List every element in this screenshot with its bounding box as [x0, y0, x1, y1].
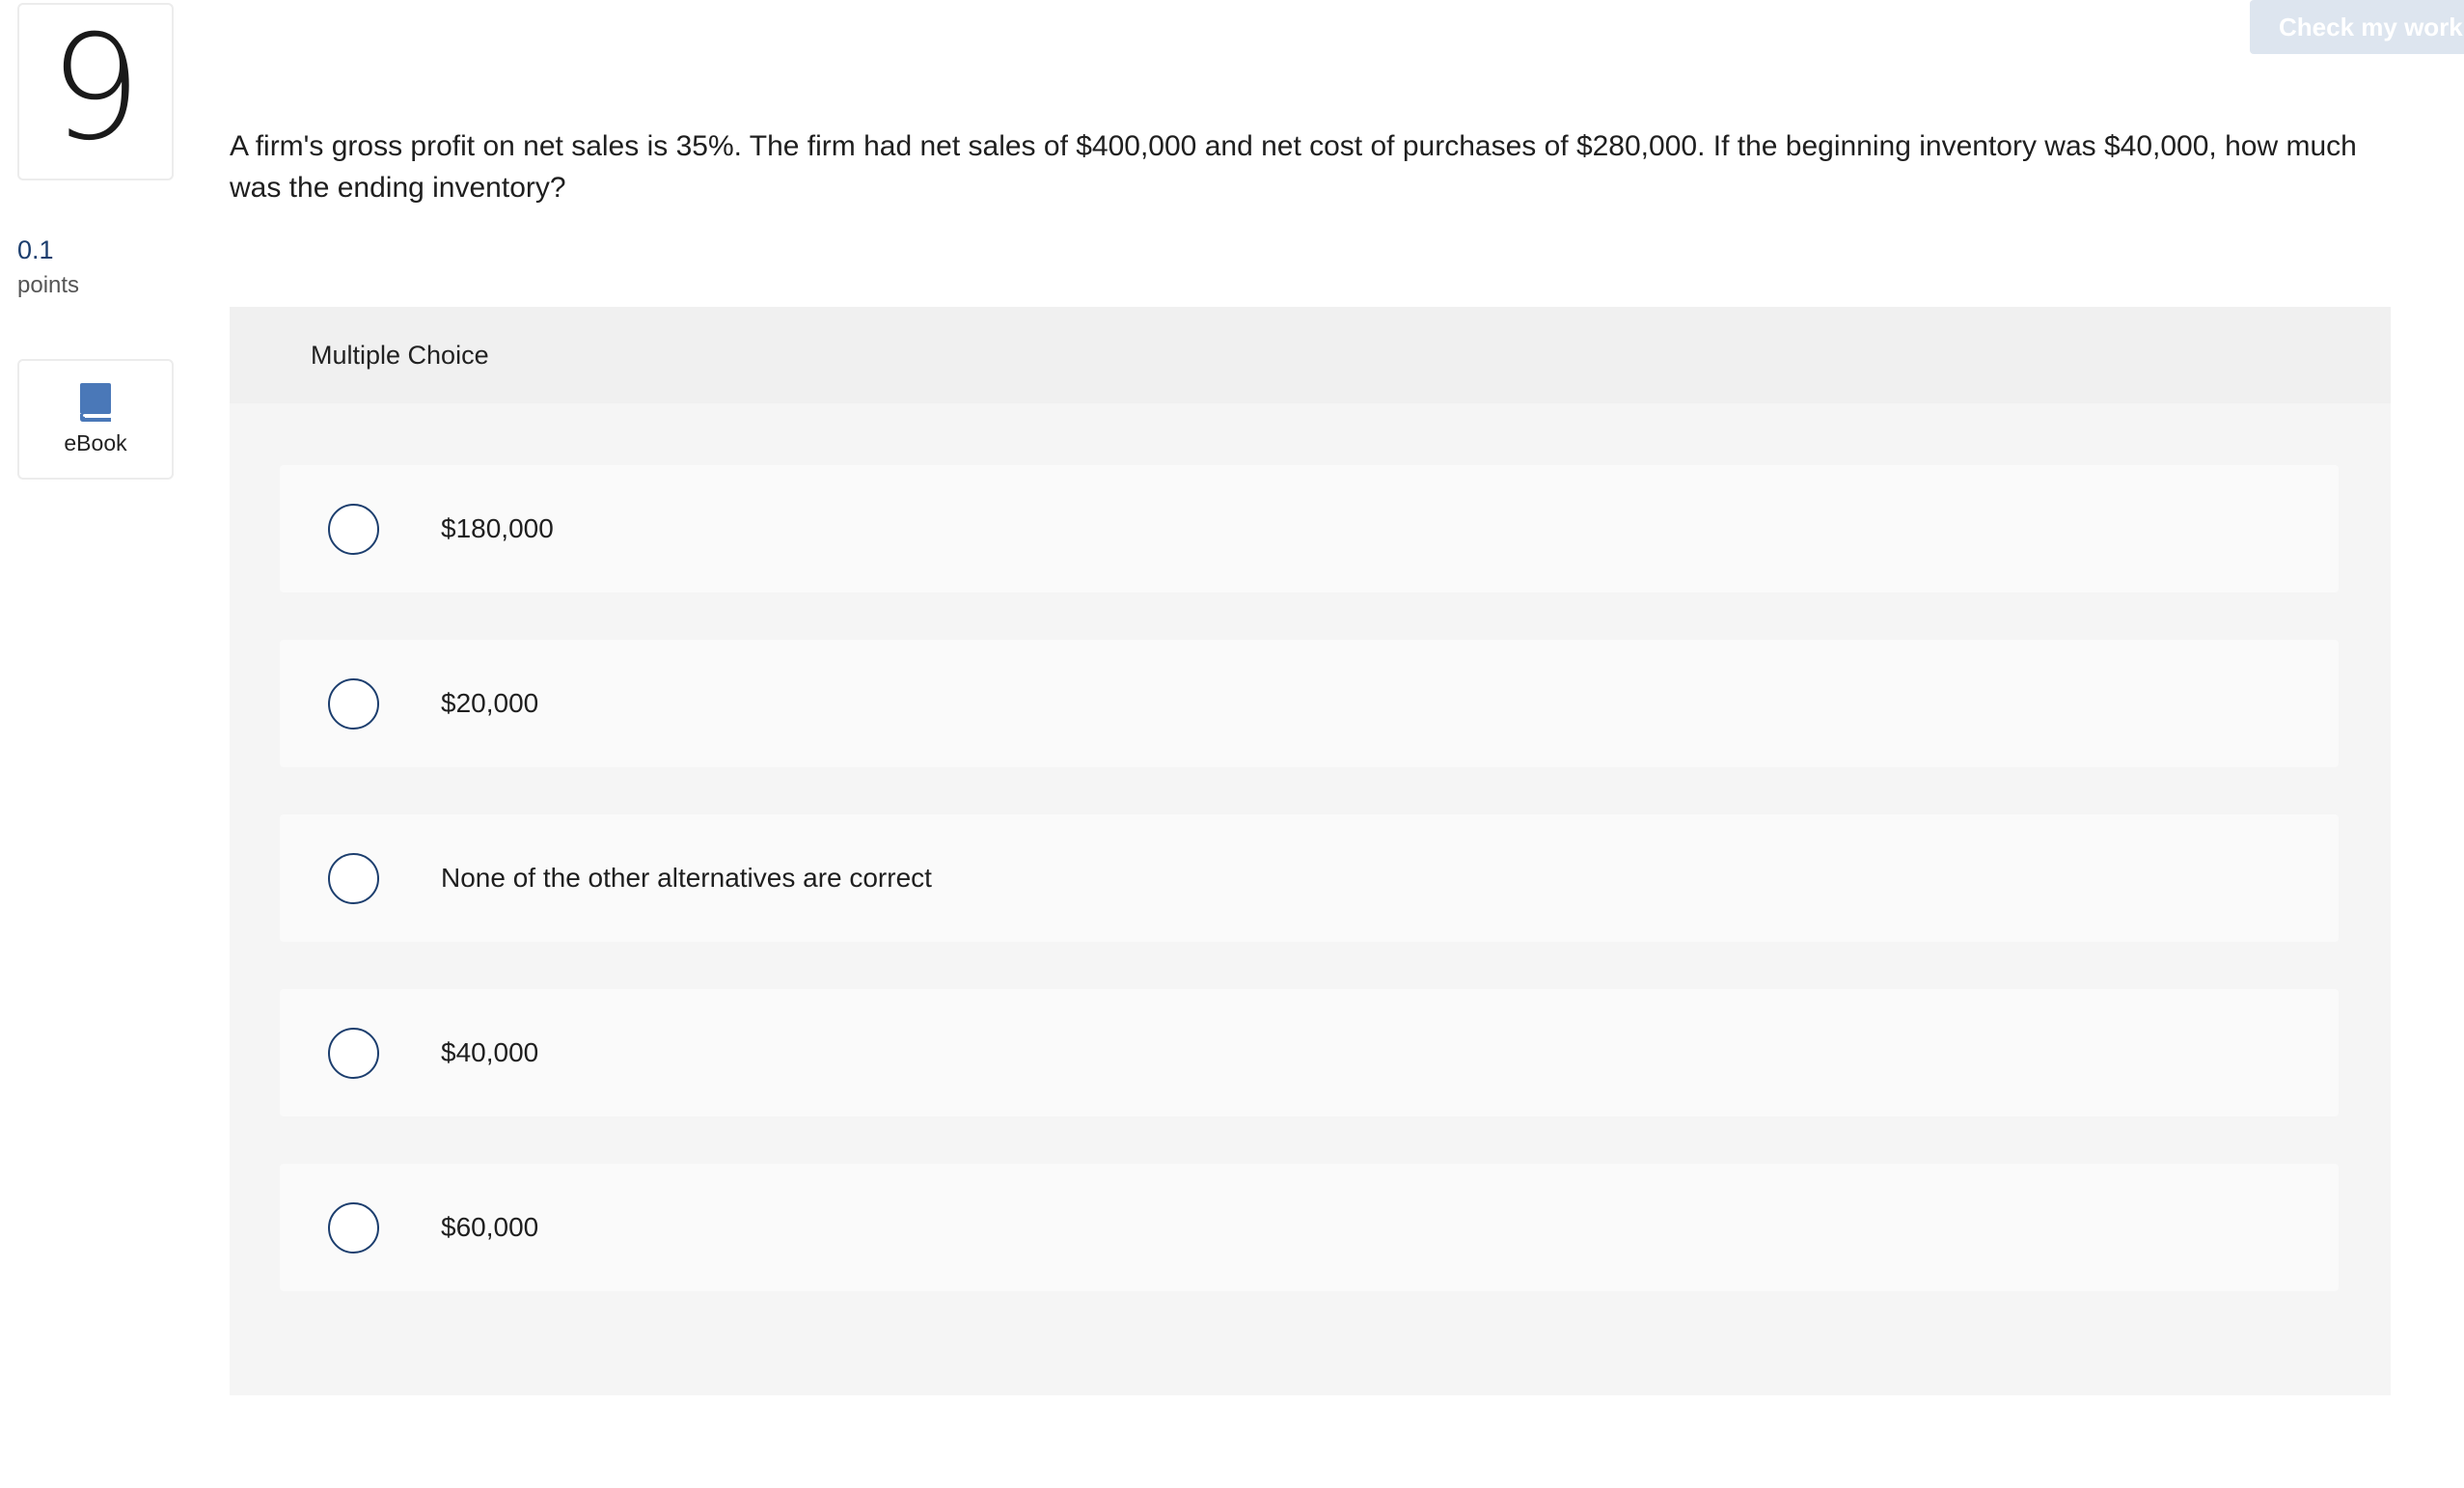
choice-label: $180,000: [441, 513, 554, 543]
question-text: A firm's gross profit on net sales is 35…: [230, 130, 2357, 204]
question-type-label: Multiple Choice: [311, 340, 489, 370]
choice-option-5[interactable]: $60,000: [280, 1164, 2339, 1291]
question-number: 9: [49, 5, 142, 173]
question-number-box: 9: [17, 3, 174, 180]
points-value: 0.1: [17, 235, 54, 264]
ebook-label: eBook: [64, 430, 127, 455]
choice-label: None of the other alternatives are corre…: [441, 863, 932, 893]
radio-button[interactable]: [328, 1201, 379, 1254]
choice-label: $40,000: [441, 1037, 539, 1067]
answer-panel: Multiple Choice $180,000 $20,000 None of…: [230, 307, 2391, 1395]
book-icon: [80, 383, 111, 422]
check-my-work-button[interactable]: Check my work: [2250, 0, 2464, 54]
choice-option-4[interactable]: $40,000: [280, 989, 2339, 1116]
points-label: points: [17, 272, 80, 298]
radio-button[interactable]: [328, 677, 379, 730]
ebook-button[interactable]: eBook: [17, 359, 174, 480]
choice-option-2[interactable]: $20,000: [280, 640, 2339, 767]
radio-button[interactable]: [328, 503, 379, 555]
choice-list: $180,000 $20,000 None of the other alter…: [280, 465, 2339, 1338]
choice-option-1[interactable]: $180,000: [280, 465, 2339, 592]
choice-label: $20,000: [441, 688, 539, 718]
radio-button[interactable]: [328, 1027, 379, 1079]
choice-option-3[interactable]: None of the other alternatives are corre…: [280, 814, 2339, 942]
choice-label: $60,000: [441, 1212, 539, 1242]
question-type-header: Multiple Choice: [230, 307, 2391, 403]
radio-button[interactable]: [328, 852, 379, 904]
